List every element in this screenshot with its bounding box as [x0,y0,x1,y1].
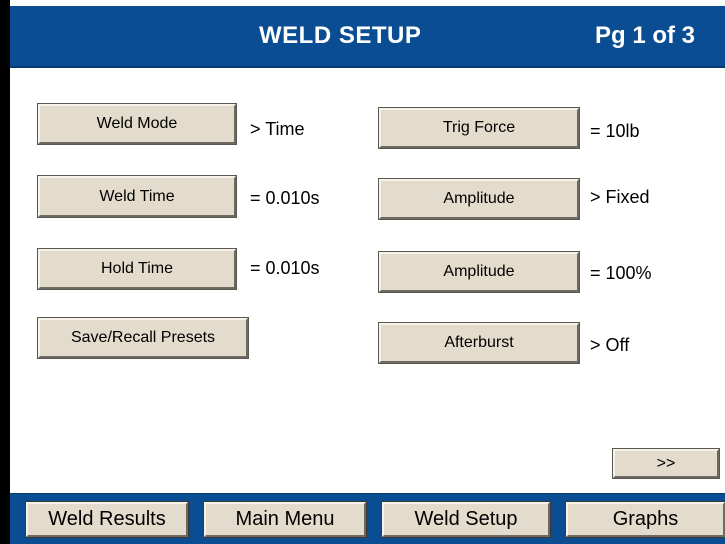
amplitude-mode-button[interactable]: Amplitude [378,178,580,220]
page-title: WELD SETUP [259,22,422,49]
afterburst-value: > Off [590,335,630,355]
weld-setup-panel: WELD SETUP Pg 1 of 3 Weld Mode > Time We… [10,0,725,544]
hold-time-button[interactable]: Hold Time [37,248,237,290]
hold-time-value: = 0.010s [250,258,320,278]
bottom-nav-bar: Weld Results Main Menu Weld Setup Graphs [10,493,725,544]
tab-main-menu[interactable]: Main Menu [203,501,367,538]
hmi-screen: WELD SETUP Pg 1 of 3 Weld Mode > Time We… [0,0,725,544]
trig-force-value: = 10lb [590,121,640,141]
title-bar: WELD SETUP Pg 1 of 3 [10,6,725,68]
page-indicator: Pg 1 of 3 [595,22,696,49]
weld-time-button[interactable]: Weld Time [37,175,237,218]
afterburst-button[interactable]: Afterburst [378,322,580,364]
weld-mode-value: > Time [250,119,305,139]
tab-weld-results[interactable]: Weld Results [25,501,189,538]
weld-time-value: = 0.010s [250,188,320,208]
weld-mode-button[interactable]: Weld Mode [37,103,237,145]
tab-graphs[interactable]: Graphs [565,501,725,538]
save-recall-presets-button[interactable]: Save/Recall Presets [37,317,249,359]
next-page-button[interactable]: >> [612,448,720,479]
amplitude-mode-value: > Fixed [590,187,650,207]
amplitude-level-button[interactable]: Amplitude [378,251,580,293]
trig-force-button[interactable]: Trig Force [378,107,580,149]
amplitude-level-value: = 100% [590,263,652,283]
tab-weld-setup[interactable]: Weld Setup [381,501,551,538]
